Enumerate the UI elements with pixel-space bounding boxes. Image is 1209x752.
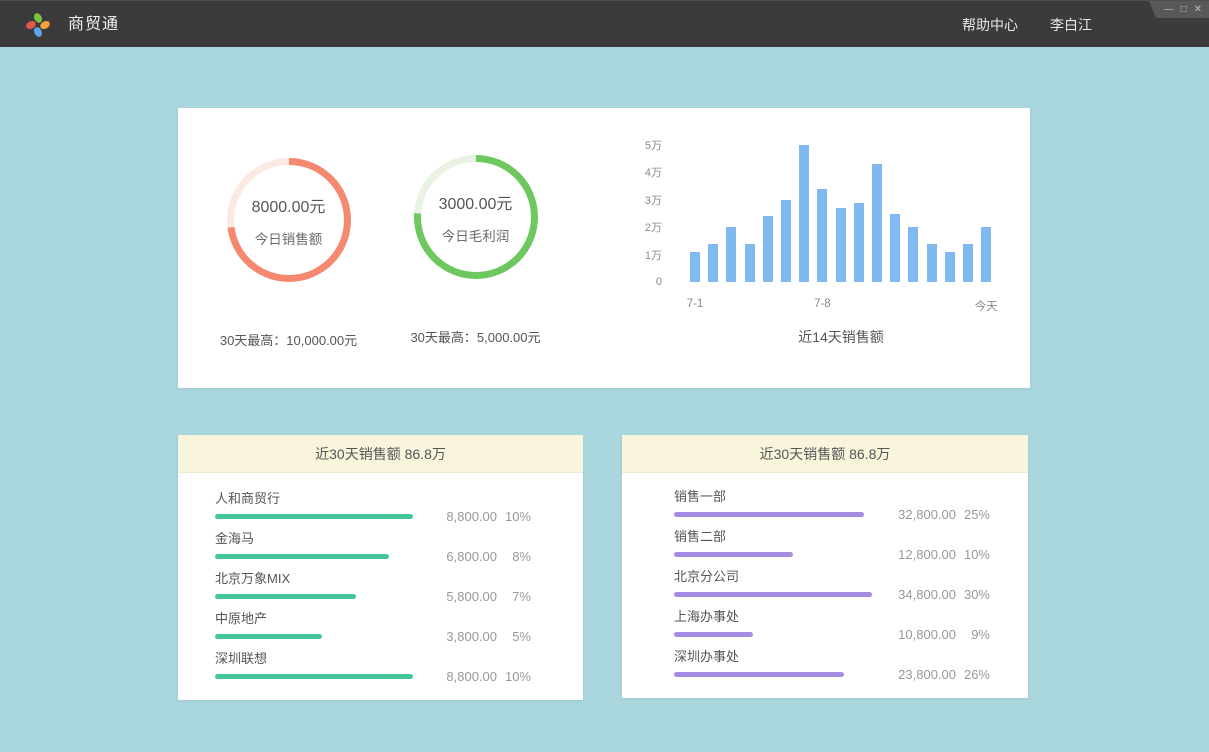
y-axis-tick: 2万 — [598, 219, 662, 235]
ranking-bar — [215, 594, 356, 599]
ranking-row: 中原地产3,800.005% — [215, 611, 531, 639]
y-axis-tick: 0 — [598, 276, 662, 288]
today-sales-donut-center: 8000.00元 今日销售额 — [234, 165, 344, 275]
department-ranking-card: 近30天销售额 86.8万 销售一部32,800.0025%销售二部12,800… — [622, 435, 1028, 698]
bar-chart-x-axis: 7-17-8今天 — [690, 298, 992, 314]
ranking-bar — [674, 512, 864, 517]
ranking-row: 销售二部12,800.0010% — [674, 529, 990, 557]
today-overview-card: 8000.00元 今日销售额 30天最高：10,000.00元 3000.00元… — [178, 108, 1030, 388]
customer-ranking-title: 近30天销售额 86.8万 — [178, 435, 583, 473]
ranking-name: 北京万象MIX — [215, 571, 531, 586]
ranking-name: 北京分公司 — [674, 569, 990, 584]
x-axis-tick: 今天 — [975, 298, 998, 314]
ranking-row: 深圳办事处23,800.0026% — [674, 649, 990, 677]
titlebar: 商贸通 帮助中心 李白江 — □ ✕ — [0, 0, 1209, 47]
daily-sales-bar — [690, 252, 700, 282]
ranking-name: 中原地产 — [215, 611, 531, 626]
ranking-bar — [215, 674, 413, 679]
daily-sales-bar — [854, 203, 864, 282]
bar-chart-title: 近14天销售额 — [690, 327, 992, 347]
bar-chart-y-axis: 5万4万3万2万1万0 — [598, 145, 662, 282]
ranking-name: 深圳联想 — [215, 651, 531, 666]
close-button[interactable]: ✕ — [1194, 1, 1202, 18]
ranking-bar — [215, 514, 413, 519]
app-logo-pinwheel-icon — [23, 10, 53, 40]
today-profit-gauge: 3000.00元 今日毛利润 30天最高：5,000.00元 — [383, 155, 568, 346]
ranking-name: 深圳办事处 — [674, 649, 990, 664]
daily-sales-bar — [836, 208, 846, 282]
daily-sales-bar — [908, 227, 918, 282]
daily-sales-bar — [799, 145, 809, 282]
maximize-button[interactable]: □ — [1181, 1, 1187, 18]
today-sales-label: 今日销售额 — [255, 228, 323, 248]
ranking-bar — [215, 634, 322, 639]
customer-ranking-list: 人和商贸行8,800.0010%金海马6,800.008%北京万象MIX5,80… — [178, 473, 583, 679]
daily-sales-bar — [726, 227, 736, 282]
ranking-bar — [674, 632, 753, 637]
daily-sales-bar — [981, 227, 991, 282]
x-axis-tick: 7-8 — [814, 298, 831, 310]
ranking-name: 销售二部 — [674, 529, 990, 544]
x-axis-tick: 7-1 — [687, 298, 704, 310]
ranking-amount: 6,800.008% — [446, 549, 531, 564]
department-ranking-title: 近30天销售额 86.8万 — [622, 435, 1028, 473]
help-center-link[interactable]: 帮助中心 — [962, 15, 1018, 35]
ranking-name: 销售一部 — [674, 489, 990, 504]
today-sales-donut-ring: 8000.00元 今日销售额 — [227, 158, 351, 282]
daily-sales-bar — [890, 214, 900, 283]
ranking-amount: 23,800.0026% — [898, 667, 990, 682]
ranking-bar — [674, 672, 844, 677]
ranking-name: 上海办事处 — [674, 609, 990, 624]
ranking-row: 北京分公司34,800.0030% — [674, 569, 990, 597]
ranking-row: 深圳联想8,800.0010% — [215, 651, 531, 679]
ranking-row: 金海马6,800.008% — [215, 531, 531, 559]
today-profit-donut-center: 3000.00元 今日毛利润 — [421, 162, 531, 272]
ranking-amount: 34,800.0030% — [898, 587, 990, 602]
ranking-amount: 8,800.0010% — [446, 669, 531, 684]
ranking-amount: 3,800.005% — [446, 629, 531, 644]
daily-sales-bar — [708, 244, 718, 282]
daily-sales-bar — [763, 216, 773, 282]
daily-sales-bar — [963, 244, 973, 282]
today-sales-30d-max: 30天最高：10,000.00元 — [196, 330, 381, 349]
ranking-amount: 10,800.009% — [898, 627, 990, 642]
titlebar-nav: 帮助中心 李白江 — [962, 1, 1092, 48]
ranking-amount: 5,800.007% — [446, 589, 531, 604]
ranking-name: 金海马 — [215, 531, 531, 546]
y-axis-tick: 1万 — [598, 247, 662, 263]
department-ranking-list: 销售一部32,800.0025%销售二部12,800.0010%北京分公司34,… — [622, 473, 1028, 677]
ranking-amount: 32,800.0025% — [898, 507, 990, 522]
today-sales-value: 8000.00元 — [252, 193, 326, 217]
daily-sales-bar — [745, 244, 755, 282]
ranking-amount: 12,800.0010% — [898, 547, 990, 562]
today-profit-value: 3000.00元 — [439, 190, 513, 214]
today-profit-label: 今日毛利润 — [442, 225, 510, 245]
ranking-bar — [674, 552, 793, 557]
daily-sales-bar — [945, 252, 955, 282]
daily-sales-bar — [781, 200, 791, 282]
ranking-row: 北京万象MIX5,800.007% — [215, 571, 531, 599]
ranking-amount: 8,800.0010% — [446, 509, 531, 524]
ranking-bar — [215, 554, 389, 559]
daily-sales-bar — [817, 189, 827, 282]
ranking-row: 人和商贸行8,800.0010% — [215, 491, 531, 519]
app-title: 商贸通 — [68, 1, 119, 48]
today-sales-gauge: 8000.00元 今日销售额 30天最高：10,000.00元 — [196, 158, 381, 349]
ranking-bar — [674, 592, 872, 597]
user-menu[interactable]: 李白江 — [1050, 15, 1092, 35]
today-profit-30d-max: 30天最高：5,000.00元 — [383, 327, 568, 346]
daily-sales-bar — [872, 164, 882, 282]
y-axis-tick: 5万 — [598, 137, 662, 153]
window-controls: — □ ✕ — [1149, 1, 1209, 18]
recent-sales-bar-chart — [690, 145, 992, 282]
minimize-button[interactable]: — — [1164, 1, 1174, 18]
ranking-row: 销售一部32,800.0025% — [674, 489, 990, 517]
today-profit-donut-ring: 3000.00元 今日毛利润 — [414, 155, 538, 279]
ranking-name: 人和商贸行 — [215, 491, 531, 506]
y-axis-tick: 4万 — [598, 164, 662, 180]
ranking-row: 上海办事处10,800.009% — [674, 609, 990, 637]
y-axis-tick: 3万 — [598, 192, 662, 208]
customer-ranking-card: 近30天销售额 86.8万 人和商贸行8,800.0010%金海马6,800.0… — [178, 435, 583, 700]
daily-sales-bar — [927, 244, 937, 282]
